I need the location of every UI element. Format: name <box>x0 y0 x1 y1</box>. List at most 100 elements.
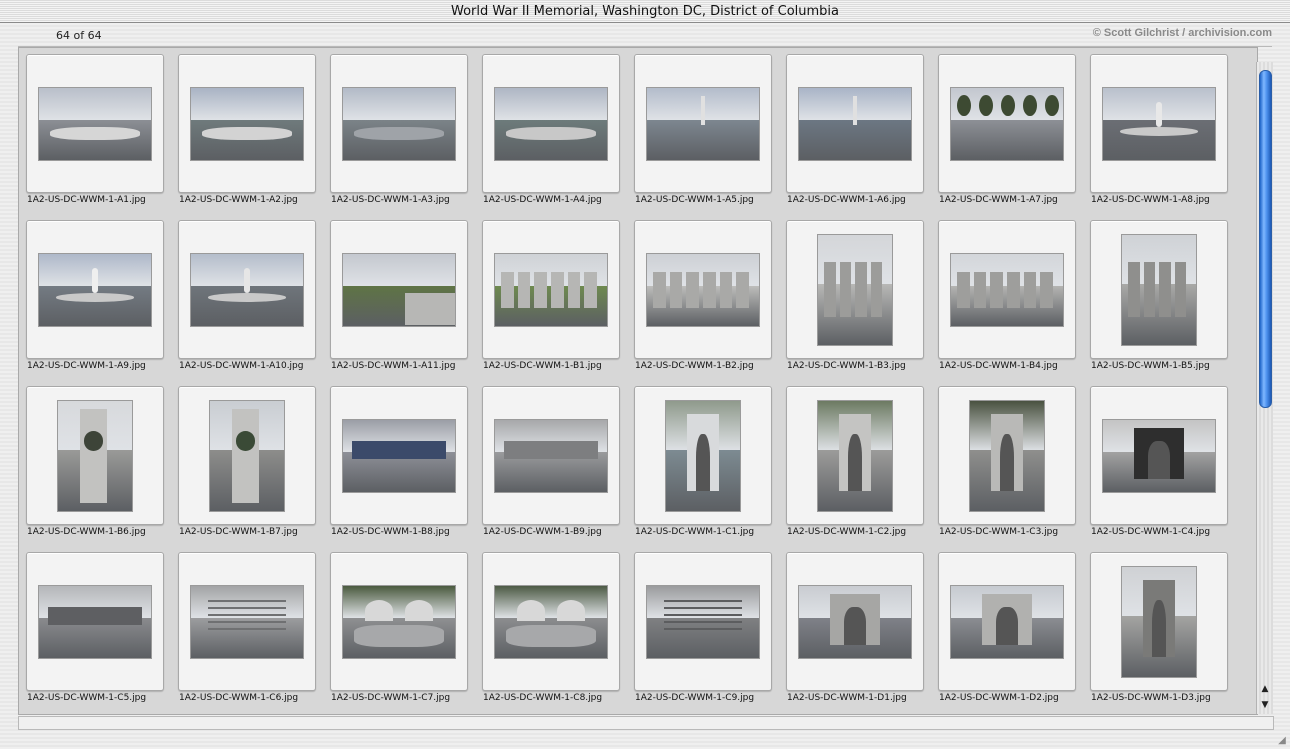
thumbnail-image[interactable] <box>190 584 304 659</box>
slide-mount[interactable] <box>786 386 924 525</box>
slide-mount[interactable] <box>634 54 772 193</box>
thumbnail-image[interactable] <box>342 418 456 493</box>
slide-mount[interactable] <box>26 54 164 193</box>
thumbnail-cell[interactable]: 1A2-US-DC-WWM-1-B8.jpg <box>323 380 473 538</box>
slide-mount[interactable] <box>938 386 1076 525</box>
slide-mount[interactable] <box>178 386 316 525</box>
thumbnail-image[interactable] <box>817 399 893 512</box>
thumbnail-image[interactable] <box>38 252 152 327</box>
thumbnail-cell[interactable]: 1A2-US-DC-WWM-1-B9.jpg <box>475 380 625 538</box>
thumbnail-cell[interactable]: 1A2-US-DC-WWM-1-C6.jpg <box>171 546 321 704</box>
thumbnail-image[interactable] <box>950 86 1064 161</box>
thumbnail-image[interactable] <box>665 399 741 512</box>
thumbnail-cell[interactable]: 1A2-US-DC-WWM-1-B2.jpg <box>627 214 777 372</box>
thumbnail-cell[interactable]: 1A2-US-DC-WWM-1-A5.jpg <box>627 48 777 206</box>
slide-mount[interactable] <box>330 552 468 691</box>
thumbnail-image[interactable] <box>969 399 1045 512</box>
slide-mount[interactable] <box>1090 220 1228 359</box>
thumbnail-image[interactable] <box>342 86 456 161</box>
slide-mount[interactable] <box>26 386 164 525</box>
thumbnail-image[interactable] <box>342 252 456 327</box>
thumbnail-image[interactable] <box>1102 418 1216 493</box>
thumbnail-cell[interactable]: 1A2-US-DC-WWM-1-C9.jpg <box>627 546 777 704</box>
thumbnail-cell[interactable]: 1A2-US-DC-WWM-1-A3.jpg <box>323 48 473 206</box>
thumbnail-cell[interactable]: 1A2-US-DC-WWM-1-A10.jpg <box>171 214 321 372</box>
thumbnail-cell[interactable]: 1A2-US-DC-WWM-1-A11.jpg <box>323 214 473 372</box>
slide-mount[interactable] <box>1090 386 1228 525</box>
thumbnail-cell[interactable]: 1A2-US-DC-WWM-1-B7.jpg <box>171 380 321 538</box>
slide-mount[interactable] <box>634 220 772 359</box>
slide-mount[interactable] <box>786 54 924 193</box>
thumbnail-cell[interactable]: 1A2-US-DC-WWM-1-A8.jpg <box>1083 48 1233 206</box>
thumbnail-cell[interactable]: 1A2-US-DC-WWM-1-B4.jpg <box>931 214 1081 372</box>
slide-mount[interactable] <box>482 552 620 691</box>
slide-mount[interactable] <box>178 54 316 193</box>
slide-mount[interactable] <box>938 220 1076 359</box>
slide-mount[interactable] <box>786 552 924 691</box>
thumbnail-image[interactable] <box>494 86 608 161</box>
thumbnail-image[interactable] <box>646 252 760 327</box>
thumbnail-cell[interactable]: 1A2-US-DC-WWM-1-C5.jpg <box>19 546 169 704</box>
slide-mount[interactable] <box>1090 552 1228 691</box>
thumbnail-cell[interactable]: 1A2-US-DC-WWM-1-C7.jpg <box>323 546 473 704</box>
thumbnail-image[interactable] <box>494 584 608 659</box>
thumbnail-cell[interactable]: 1A2-US-DC-WWM-1-D1.jpg <box>779 546 929 704</box>
slide-mount[interactable] <box>178 552 316 691</box>
thumbnail-image[interactable] <box>646 86 760 161</box>
thumbnail-cell[interactable]: 1A2-US-DC-WWM-1-C3.jpg <box>931 380 1081 538</box>
thumbnail-cell[interactable]: 1A2-US-DC-WWM-1-D2.jpg <box>931 546 1081 704</box>
thumbnail-image[interactable] <box>1121 565 1197 678</box>
slide-mount[interactable] <box>786 220 924 359</box>
slide-mount[interactable] <box>26 552 164 691</box>
vertical-scrollbar[interactable]: ▲ ▼ <box>1256 62 1273 714</box>
thumbnail-cell[interactable]: 1A2-US-DC-WWM-1-D3.jpg <box>1083 546 1233 704</box>
slide-mount[interactable] <box>26 220 164 359</box>
thumbnail-image[interactable] <box>38 86 152 161</box>
thumbnail-image[interactable] <box>1121 233 1197 346</box>
thumbnail-cell[interactable]: 1A2-US-DC-WWM-1-C2.jpg <box>779 380 929 538</box>
thumbnail-image[interactable] <box>494 252 608 327</box>
thumbnail-cell[interactable]: 1A2-US-DC-WWM-1-B5.jpg <box>1083 214 1233 372</box>
thumbnail-image[interactable] <box>57 399 133 512</box>
thumbnail-image[interactable] <box>494 418 608 493</box>
slide-mount[interactable] <box>938 552 1076 691</box>
thumbnail-cell[interactable]: 1A2-US-DC-WWM-1-A7.jpg <box>931 48 1081 206</box>
thumbnail-image[interactable] <box>1102 86 1216 161</box>
slide-mount[interactable] <box>330 220 468 359</box>
thumbnail-image[interactable] <box>817 233 893 346</box>
thumbnail-cell[interactable]: 1A2-US-DC-WWM-1-B1.jpg <box>475 214 625 372</box>
thumbnail-cell[interactable]: 1A2-US-DC-WWM-1-C1.jpg <box>627 380 777 538</box>
slide-mount[interactable] <box>634 552 772 691</box>
scroll-up-arrow-icon[interactable]: ▲ <box>1258 682 1272 696</box>
slide-mount[interactable] <box>330 386 468 525</box>
thumbnail-cell[interactable]: 1A2-US-DC-WWM-1-B6.jpg <box>19 380 169 538</box>
thumbnail-image[interactable] <box>190 252 304 327</box>
thumbnail-image[interactable] <box>798 86 912 161</box>
thumbnail-image[interactable] <box>950 584 1064 659</box>
thumbnail-cell[interactable]: 1A2-US-DC-WWM-1-A4.jpg <box>475 48 625 206</box>
thumbnail-image[interactable] <box>38 584 152 659</box>
thumbnail-cell[interactable]: 1A2-US-DC-WWM-1-C4.jpg <box>1083 380 1233 538</box>
thumbnail-image[interactable] <box>798 584 912 659</box>
thumbnail-image[interactable] <box>950 252 1064 327</box>
slide-mount[interactable] <box>482 386 620 525</box>
window-titlebar[interactable]: World War II Memorial, Washington DC, Di… <box>0 0 1290 23</box>
thumbnail-cell[interactable]: 1A2-US-DC-WWM-1-C8.jpg <box>475 546 625 704</box>
thumbnail-image[interactable] <box>209 399 285 512</box>
thumbnail-image[interactable] <box>342 584 456 659</box>
thumbnail-cell[interactable]: 1A2-US-DC-WWM-1-A1.jpg <box>19 48 169 206</box>
slide-mount[interactable] <box>1090 54 1228 193</box>
thumbnail-image[interactable] <box>646 584 760 659</box>
thumbnail-cell[interactable]: 1A2-US-DC-WWM-1-B3.jpg <box>779 214 929 372</box>
slide-mount[interactable] <box>482 54 620 193</box>
slide-mount[interactable] <box>482 220 620 359</box>
scrollbar-thumb[interactable] <box>1259 70 1272 408</box>
resize-grip-icon[interactable]: ◢ <box>1276 735 1288 747</box>
thumbnail-cell[interactable]: 1A2-US-DC-WWM-1-A2.jpg <box>171 48 321 206</box>
scroll-down-arrow-icon[interactable]: ▼ <box>1258 698 1272 712</box>
slide-mount[interactable] <box>634 386 772 525</box>
slide-mount[interactable] <box>178 220 316 359</box>
slide-mount[interactable] <box>330 54 468 193</box>
thumbnail-cell[interactable]: 1A2-US-DC-WWM-1-A9.jpg <box>19 214 169 372</box>
thumbnail-image[interactable] <box>190 86 304 161</box>
